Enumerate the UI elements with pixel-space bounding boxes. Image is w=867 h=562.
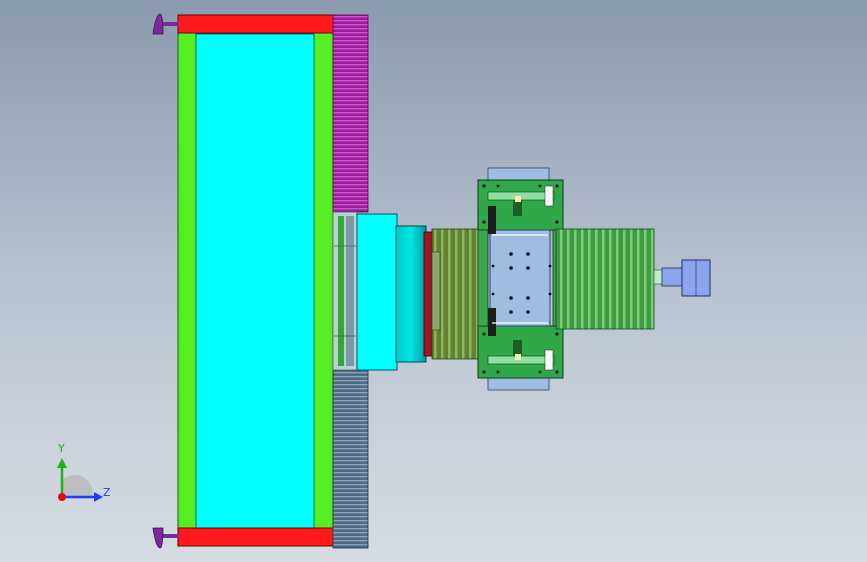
- graphics-viewport[interactable]: Y Z: [0, 0, 867, 562]
- cross-slide-carriage: [477, 167, 564, 391]
- cad-model-view[interactable]: [0, 0, 867, 562]
- leveling-foot-bottom: [152, 527, 179, 549]
- top-crossbar: [177, 14, 335, 34]
- spindle-disc: [395, 225, 427, 363]
- work-table: [489, 229, 551, 327]
- z-axis-label: Z: [103, 486, 111, 499]
- bottom-crossbar: [177, 527, 335, 547]
- right-bellows-cover: [555, 228, 655, 330]
- spindle-slide-rails: [332, 211, 358, 371]
- lower-rack-blue: [332, 369, 369, 549]
- spindle-head-block: [356, 213, 398, 371]
- drive-motor: [653, 259, 711, 297]
- main-frame-body: [177, 14, 335, 547]
- upper-rack-magenta: [332, 14, 369, 213]
- y-axis-label: Y: [58, 442, 65, 455]
- leveling-foot-top: [152, 13, 179, 35]
- triad-origin: [58, 493, 66, 501]
- coordinate-triad: [57, 458, 103, 502]
- chuck-flange: [423, 231, 433, 357]
